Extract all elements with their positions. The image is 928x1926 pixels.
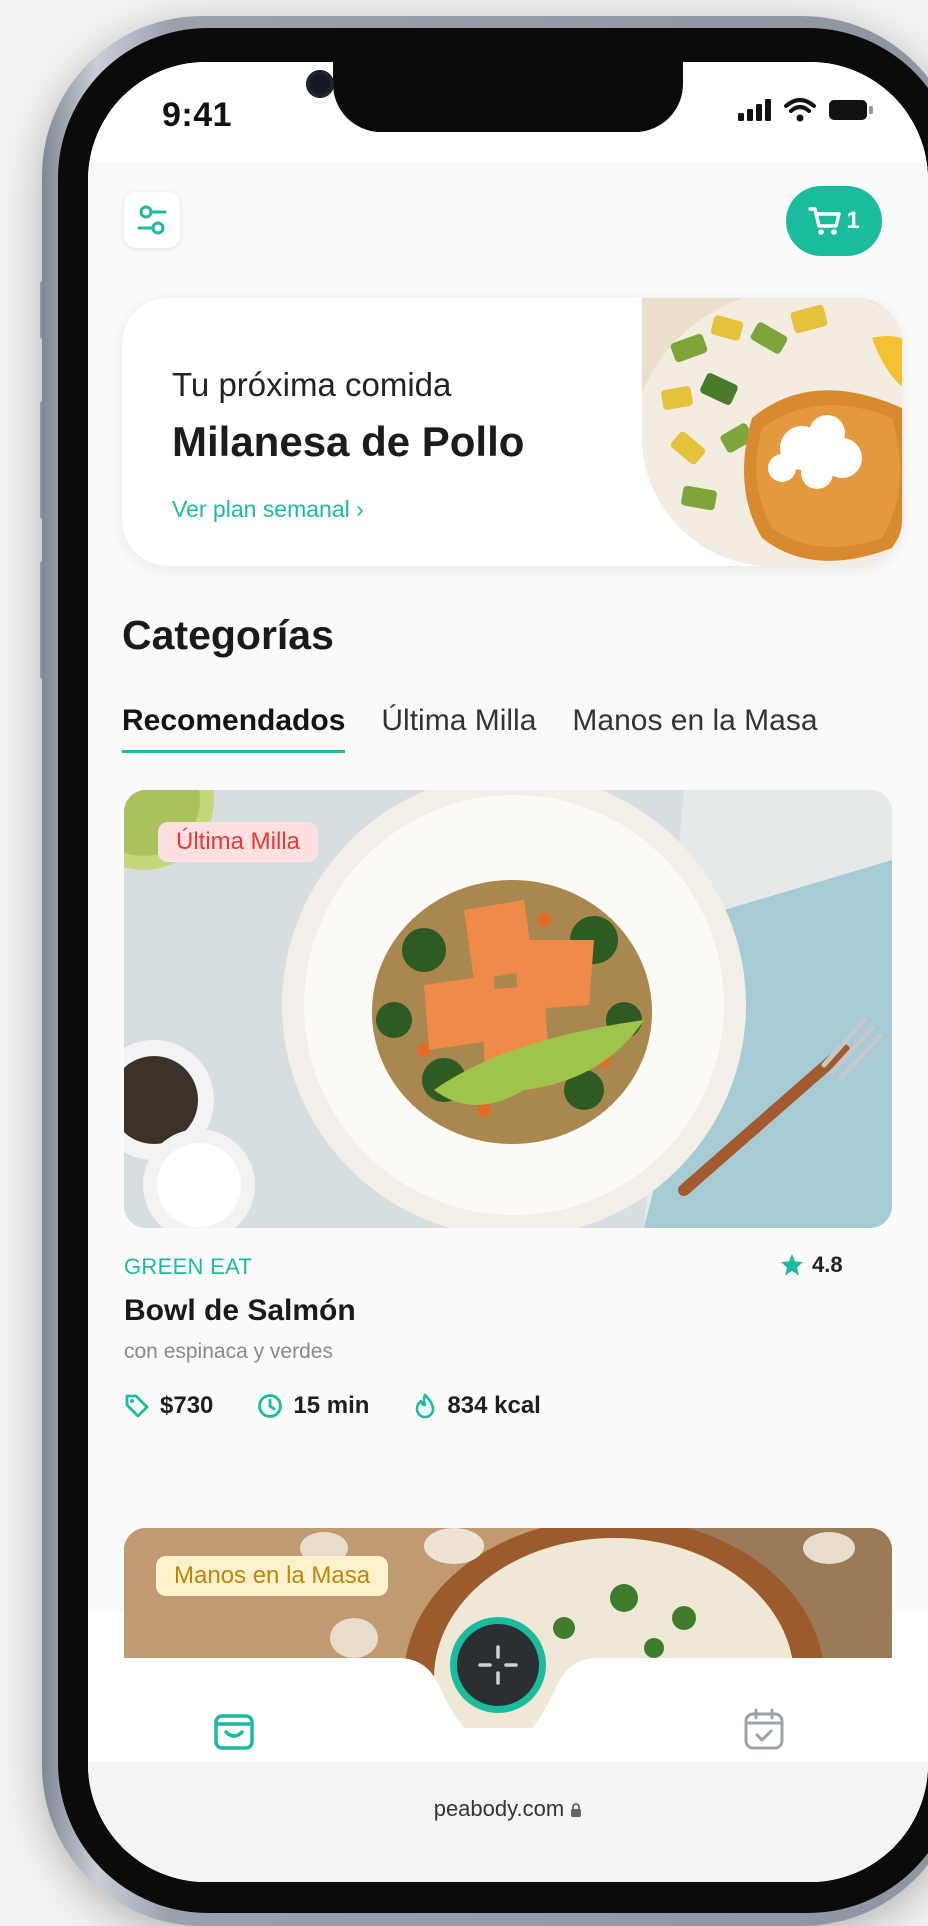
- time-value: 15 min: [293, 1392, 370, 1419]
- tab-recomendados[interactable]: Recomendados: [122, 704, 346, 753]
- scan-button[interactable]: [450, 1617, 546, 1713]
- price-tag-icon: [125, 1394, 149, 1418]
- lock-icon: [571, 1803, 582, 1817]
- browser-url-bar[interactable]: [88, 1762, 928, 1882]
- status-time: 9:41: [162, 96, 233, 134]
- meal-image[interactable]: Última Milla: [124, 790, 892, 1228]
- next-meal-title: Milanesa de Pollo: [172, 418, 525, 465]
- filter-icon: [137, 205, 167, 235]
- star-icon: [781, 1254, 803, 1276]
- cart-icon: [808, 207, 842, 235]
- browser-url[interactable]: peabody.com: [88, 1796, 928, 1822]
- meal-price: $730: [124, 1392, 213, 1420]
- meal-calories: 834 kcal: [413, 1392, 541, 1420]
- calories-value: 834 kcal: [447, 1392, 541, 1419]
- battery-icon: [829, 100, 873, 120]
- next-meal-image: [642, 298, 902, 566]
- meal-tag-2: Manos en la Masa: [156, 1556, 389, 1596]
- meal-tag: Última Milla: [158, 822, 319, 862]
- front-camera: [306, 70, 334, 98]
- next-meal-card[interactable]: Tu próxima comida Milanesa de Pollo Ver …: [122, 298, 902, 566]
- tab-manos-en-la-masa[interactable]: Manos en la Masa: [572, 704, 817, 753]
- meal-rating: 4.8: [780, 1252, 843, 1278]
- meal-description: con espinaca y verdes: [124, 1340, 333, 1363]
- meal-time: 15 min: [257, 1392, 369, 1420]
- phone-screen: 9:41 1 Tu próxima comida Milanesa de Pol…: [88, 62, 928, 1882]
- status-icons: [738, 98, 874, 122]
- flame-icon: [416, 1393, 435, 1419]
- rating-value: 4.8: [812, 1252, 843, 1277]
- price-value: $730: [160, 1392, 214, 1419]
- meal-brand: GREEN EAT: [124, 1254, 253, 1279]
- categories-title: Categorías: [122, 612, 334, 658]
- clock-icon: [258, 1394, 283, 1418]
- calendar-check-icon: [744, 1708, 784, 1750]
- wifi-icon: [784, 98, 816, 122]
- notch: [333, 62, 683, 132]
- cart-button[interactable]: 1: [786, 186, 882, 256]
- url-text: peabody.com: [433, 1796, 565, 1821]
- cart-count-badge: 1: [846, 207, 860, 234]
- meal-meta: $730 15 min 834 kcal: [124, 1392, 541, 1420]
- weekly-plan-link[interactable]: Ver plan semanal ›: [172, 496, 364, 523]
- category-tabs: Recomendados Última Milla Manos en la Ma…: [122, 704, 818, 753]
- nav-shop[interactable]: [204, 1700, 264, 1760]
- signal-icon: [738, 99, 771, 121]
- nav-plan[interactable]: [734, 1700, 794, 1760]
- bag-icon: [214, 1714, 254, 1750]
- filter-button[interactable]: [124, 192, 180, 248]
- meal-name[interactable]: Bowl de Salmón: [124, 1294, 356, 1328]
- next-meal-label: Tu próxima comida: [172, 366, 452, 403]
- tab-ultima-milla[interactable]: Última Milla: [381, 704, 536, 753]
- scan-icon: [478, 1645, 518, 1685]
